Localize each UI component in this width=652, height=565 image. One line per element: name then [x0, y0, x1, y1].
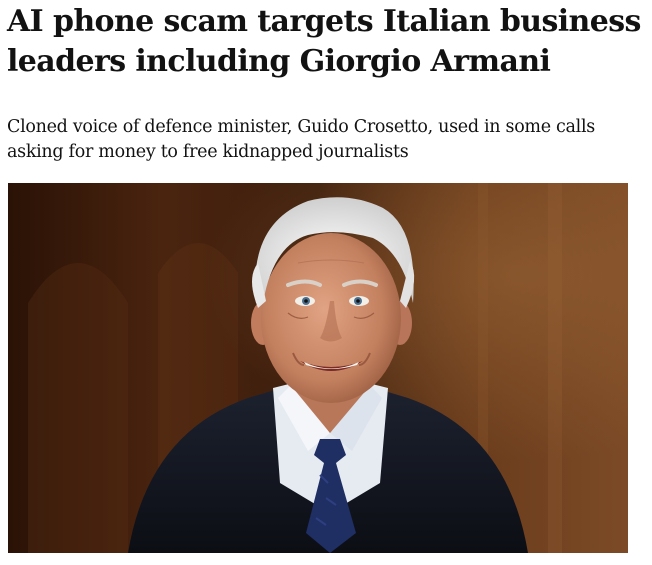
- article-hero-image: [8, 183, 628, 553]
- article-headline: AI phone scam targets Italian business l…: [7, 4, 641, 79]
- caption-strip: [8, 557, 628, 565]
- portrait-photo: [8, 183, 628, 553]
- article-standfirst: Cloned voice of defence minister, Guido …: [7, 117, 595, 162]
